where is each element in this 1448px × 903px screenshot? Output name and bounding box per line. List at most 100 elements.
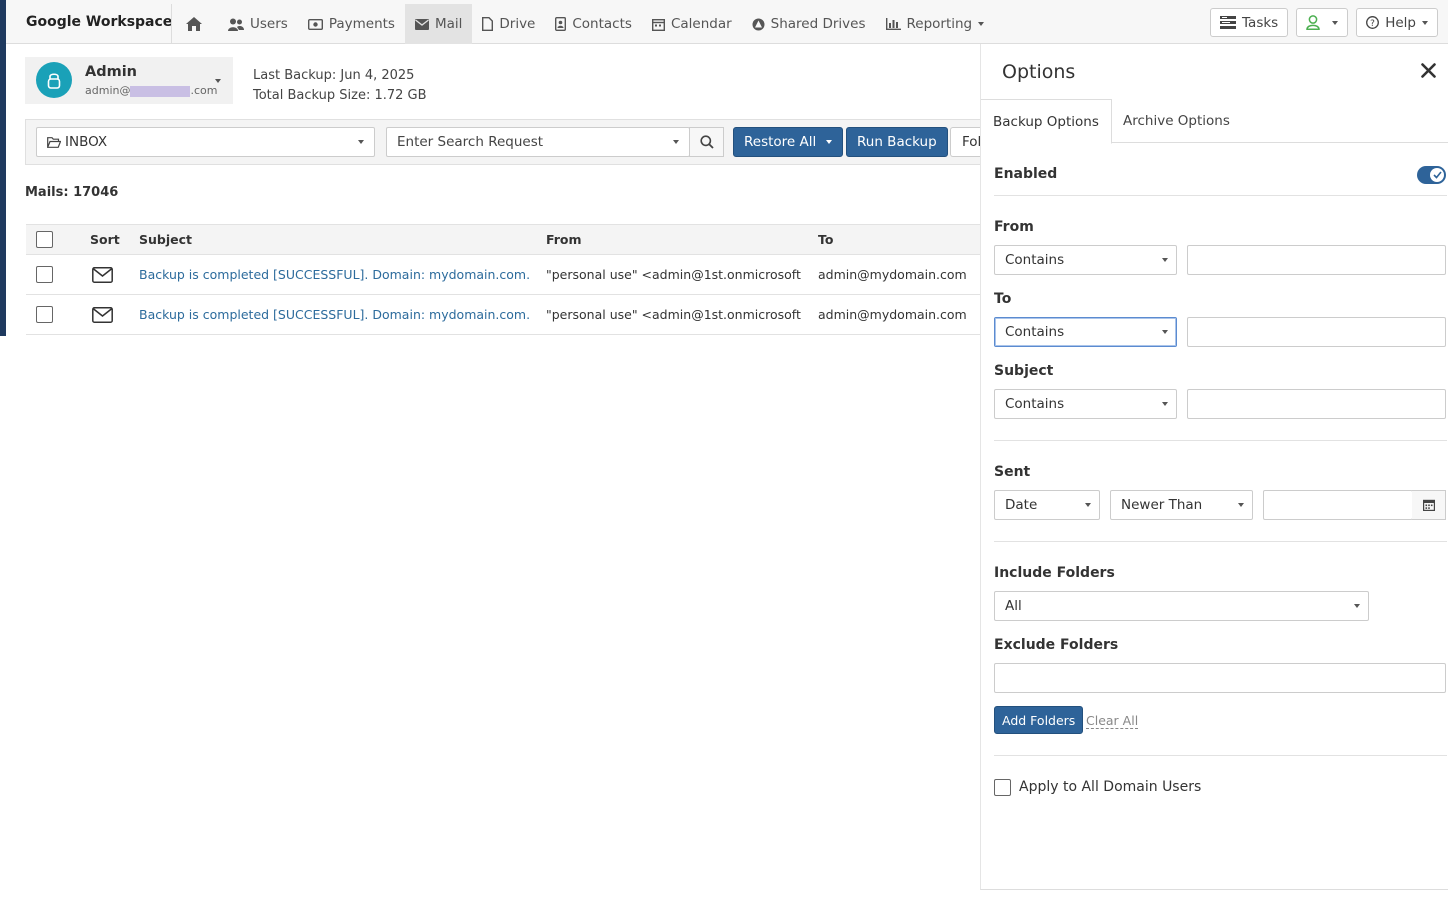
nav-users[interactable]: Users bbox=[218, 4, 298, 44]
to-operator-select[interactable]: Contains bbox=[994, 317, 1177, 347]
divider bbox=[994, 541, 1447, 542]
options-title: Options bbox=[1002, 61, 1076, 83]
subject-input[interactable] bbox=[1187, 389, 1446, 419]
run-backup-button[interactable]: Run Backup bbox=[846, 127, 948, 157]
restore-all-button[interactable]: Restore All bbox=[733, 127, 844, 157]
nav-payments-label: Payments bbox=[328, 16, 395, 32]
column-header-from[interactable]: From bbox=[546, 225, 582, 254]
options-tabs: Backup Options Archive Options bbox=[981, 99, 1448, 144]
users-icon bbox=[228, 18, 244, 31]
calendar-icon bbox=[1422, 499, 1435, 511]
mail-subject-link[interactable]: Backup is completed [SUCCESSFUL]. Domain… bbox=[139, 255, 530, 294]
date-picker-button[interactable] bbox=[1412, 490, 1446, 520]
from-operator-select[interactable]: Contains bbox=[994, 245, 1177, 275]
subject-operator-value: Contains bbox=[1005, 396, 1065, 412]
admin-account-selector[interactable]: Admin admin@ .com bbox=[25, 57, 233, 104]
tasks-icon bbox=[1220, 16, 1237, 29]
apply-all-users-checkbox[interactable] bbox=[994, 779, 1011, 796]
tab-backup-options[interactable]: Backup Options bbox=[981, 99, 1112, 144]
nav-calendar[interactable]: Calendar bbox=[642, 4, 742, 44]
restore-all-label: Restore All bbox=[744, 134, 817, 150]
mail-subject-link[interactable]: Backup is completed [SUCCESSFUL]. Domain… bbox=[139, 295, 530, 334]
chevron-down-icon bbox=[1332, 20, 1339, 25]
column-header-sort[interactable]: Sort bbox=[90, 225, 120, 254]
payments-icon bbox=[307, 18, 323, 30]
bar-chart-icon bbox=[885, 18, 901, 30]
search-input[interactable]: Enter Search Request bbox=[386, 127, 690, 157]
total-size: Total Backup Size: 1.72 GB bbox=[253, 86, 427, 106]
clear-all-link[interactable]: Clear All bbox=[1086, 713, 1139, 729]
chevron-down-icon bbox=[215, 79, 221, 83]
search-icon bbox=[699, 135, 714, 149]
help-label: Help bbox=[1385, 14, 1416, 31]
subject-operator-select[interactable]: Contains bbox=[994, 389, 1177, 419]
calendar-icon bbox=[651, 18, 665, 31]
nav-items: Users Payments Mail Drive Contacts Calen… bbox=[176, 4, 994, 44]
left-edge-bar bbox=[0, 0, 6, 336]
select-all-checkbox[interactable] bbox=[36, 231, 53, 248]
table-row[interactable]: Backup is completed [SUCCESSFUL]. Domain… bbox=[26, 255, 980, 295]
sent-type-select[interactable]: Date bbox=[994, 490, 1100, 520]
nav-contacts[interactable]: Contacts bbox=[545, 4, 642, 44]
user-menu-button[interactable] bbox=[1296, 8, 1349, 37]
divider bbox=[994, 195, 1447, 196]
divider bbox=[994, 755, 1447, 756]
tasks-button[interactable]: Tasks bbox=[1210, 8, 1289, 37]
folder-select[interactable]: INBOX bbox=[36, 127, 375, 157]
nav-contacts-label: Contacts bbox=[572, 16, 632, 32]
envelope-icon bbox=[92, 266, 113, 283]
sent-operator-value: Newer Than bbox=[1121, 497, 1203, 513]
include-folders-label: Include Folders bbox=[994, 565, 1115, 581]
nav-mail[interactable]: Mail bbox=[404, 4, 473, 44]
row-checkbox[interactable] bbox=[36, 306, 53, 323]
search-button[interactable] bbox=[689, 127, 724, 157]
from-label: From bbox=[994, 219, 1034, 235]
exclude-folders-input[interactable] bbox=[994, 663, 1446, 693]
chevron-down-icon bbox=[978, 22, 985, 26]
mail-icon bbox=[414, 18, 429, 30]
chevron-down-icon bbox=[358, 140, 364, 144]
search-placeholder: Enter Search Request bbox=[397, 134, 544, 150]
nav-home[interactable] bbox=[176, 4, 218, 44]
close-icon[interactable] bbox=[1421, 63, 1436, 78]
nav-shared-drives[interactable]: Shared Drives bbox=[742, 4, 876, 44]
from-operator-value: Contains bbox=[1005, 252, 1065, 268]
column-header-to[interactable]: To bbox=[818, 225, 833, 254]
chevron-down-icon bbox=[1162, 330, 1168, 334]
contacts-icon bbox=[555, 17, 567, 31]
column-header-subject[interactable]: Subject bbox=[139, 225, 192, 254]
brand-title[interactable]: Google Workspace bbox=[26, 14, 172, 30]
envelope-icon bbox=[92, 306, 113, 323]
nav-divider bbox=[171, 4, 172, 44]
apply-all-users-label[interactable]: Apply to All Domain Users bbox=[1019, 779, 1201, 795]
row-checkbox[interactable] bbox=[36, 266, 53, 283]
from-input[interactable] bbox=[1187, 245, 1446, 275]
admin-email: admin@ .com bbox=[85, 84, 217, 97]
mail-toolbar: INBOX Enter Search Request Restore All R… bbox=[25, 119, 990, 165]
admin-email-suffix: .com bbox=[190, 84, 218, 97]
sent-operator-select[interactable]: Newer Than bbox=[1110, 490, 1253, 520]
run-backup-label: Run Backup bbox=[857, 134, 937, 150]
chevron-down-icon bbox=[1085, 503, 1091, 507]
add-folders-button[interactable]: Add Folders bbox=[994, 706, 1084, 734]
enabled-toggle[interactable] bbox=[1417, 166, 1446, 184]
to-label: To bbox=[994, 291, 1012, 307]
nav-payments[interactable]: Payments bbox=[298, 4, 405, 44]
nav-drive[interactable]: Drive bbox=[472, 4, 545, 44]
toggle-knob bbox=[1430, 168, 1444, 182]
lock-user-icon bbox=[47, 72, 61, 89]
chevron-down-icon bbox=[1354, 604, 1360, 608]
help-button[interactable]: ? Help bbox=[1356, 8, 1438, 37]
sent-date-input[interactable] bbox=[1263, 490, 1413, 520]
include-folders-select[interactable]: All bbox=[994, 591, 1369, 621]
nav-drive-label: Drive bbox=[499, 16, 536, 32]
options-panel: Options Backup Options Archive Options E… bbox=[980, 44, 1448, 890]
nav-reporting[interactable]: Reporting bbox=[876, 4, 995, 44]
to-input[interactable] bbox=[1187, 317, 1446, 347]
chevron-down-icon bbox=[1422, 20, 1428, 25]
table-row[interactable]: Backup is completed [SUCCESSFUL]. Domain… bbox=[26, 295, 980, 335]
redacted-block bbox=[130, 85, 191, 97]
chevron-down-icon bbox=[826, 140, 833, 144]
tab-archive-options[interactable]: Archive Options bbox=[1111, 99, 1242, 143]
chevron-down-icon bbox=[1162, 402, 1168, 406]
